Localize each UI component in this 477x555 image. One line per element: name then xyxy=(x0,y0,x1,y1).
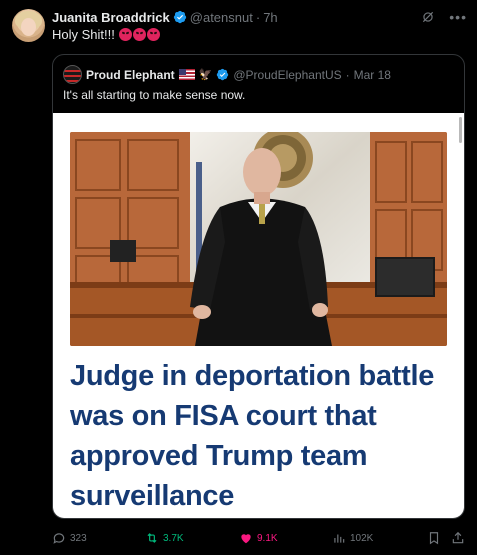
share-button[interactable] xyxy=(451,529,465,547)
emoji-group xyxy=(118,28,160,41)
quoted-author-handle[interactable]: @ProudElephantUS xyxy=(233,68,341,82)
separator-dot: · xyxy=(345,67,350,82)
bookmark-button[interactable] xyxy=(427,529,441,547)
quoted-tweet[interactable]: Proud Elephant 🦅 @ProudElephantUS · Mar … xyxy=(52,54,465,519)
repost-button[interactable]: 3.7K xyxy=(145,529,184,547)
author-handle[interactable]: @atensnut xyxy=(190,10,253,25)
verified-badge-icon xyxy=(173,10,186,24)
bookmark-icon xyxy=(429,532,439,545)
views-button[interactable]: 102K xyxy=(332,529,373,547)
reply-icon xyxy=(53,533,65,544)
quoted-author-name[interactable]: Proud Elephant xyxy=(86,68,175,82)
views-count: 102K xyxy=(350,532,374,544)
us-flag-icon xyxy=(178,69,195,80)
views-chart-icon xyxy=(334,534,345,543)
post-time[interactable]: 7h xyxy=(263,10,277,25)
verified-badge-icon xyxy=(217,68,229,81)
separator-dot: · xyxy=(255,9,261,25)
reply-button[interactable]: 323 xyxy=(52,529,87,547)
like-count: 9.1K xyxy=(257,532,278,544)
angry-face-icon xyxy=(118,28,132,41)
angry-face-icon xyxy=(146,28,160,41)
share-icon xyxy=(452,531,464,544)
author-avatar[interactable] xyxy=(12,9,45,42)
more-options-icon[interactable]: ••• xyxy=(449,10,467,24)
quoted-tweet-text: It's all starting to make sense now. xyxy=(63,88,246,102)
quoted-tweet-header: Proud Elephant 🦅 @ProudElephantUS · Mar … xyxy=(86,66,391,83)
tweet-top-actions: ••• xyxy=(421,10,467,24)
reply-count: 323 xyxy=(70,532,87,544)
tweet-action-bar: 323 3.7K 9.1K 102K xyxy=(52,529,467,547)
repost-count: 3.7K xyxy=(163,532,184,544)
media-scrollbar[interactable] xyxy=(459,117,462,143)
heart-icon xyxy=(241,534,251,544)
quoted-media-image[interactable]: Judge in deportation battle was on FISA … xyxy=(53,113,464,518)
tweet-header: Juanita Broaddrick @atensnut · 7h xyxy=(52,8,278,26)
like-button[interactable]: 9.1K xyxy=(239,529,278,547)
quoted-author-avatar[interactable] xyxy=(63,65,82,84)
judge-photo xyxy=(70,132,447,346)
quoted-post-date[interactable]: Mar 18 xyxy=(354,68,391,82)
grok-icon[interactable] xyxy=(421,10,435,24)
tweet-text: Holy Shit!!! xyxy=(52,27,160,42)
tweet[interactable]: Juanita Broaddrick @atensnut · 7h ••• Ho… xyxy=(0,0,477,555)
article-headline: Judge in deportation battle was on FISA … xyxy=(70,360,435,512)
eagle-icon: 🦅 xyxy=(198,69,213,81)
repost-icon xyxy=(147,533,157,543)
angry-face-icon xyxy=(132,28,146,41)
tweet-text-content: Holy Shit!!! xyxy=(52,27,115,42)
author-name[interactable]: Juanita Broaddrick xyxy=(52,10,170,25)
